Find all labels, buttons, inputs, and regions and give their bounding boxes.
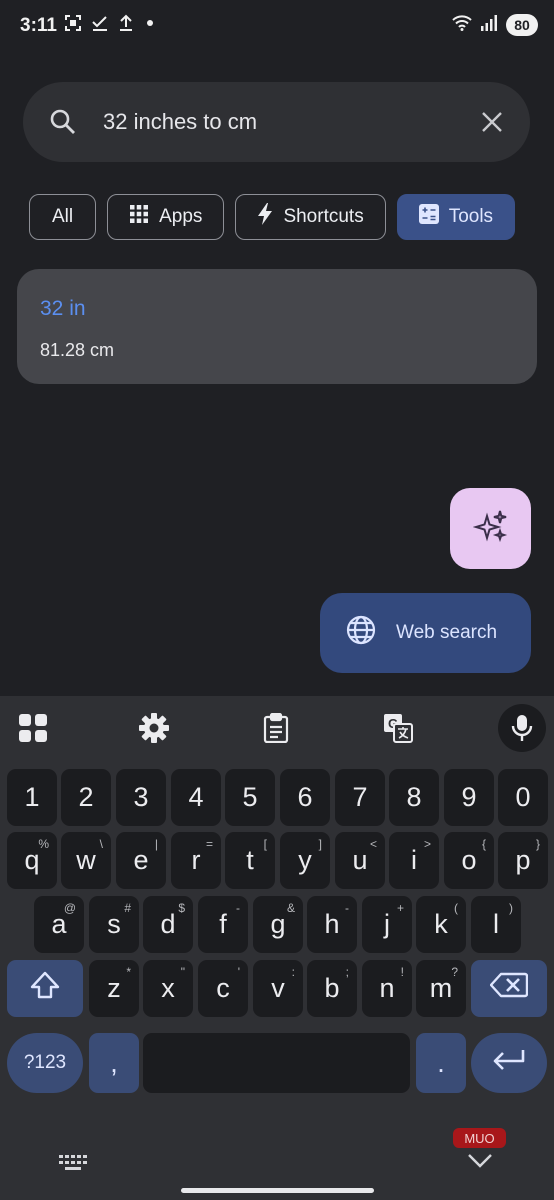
key-t[interactable]: t[ bbox=[225, 832, 275, 889]
status-system-icons: 80 bbox=[452, 14, 538, 36]
globe-icon bbox=[345, 614, 377, 652]
key-f[interactable]: f- bbox=[198, 896, 248, 953]
filter-chip-all[interactable]: All bbox=[29, 194, 97, 240]
enter-key[interactable] bbox=[471, 1033, 547, 1093]
ai-assistant-button[interactable] bbox=[450, 488, 531, 569]
status-bar: 3:11 80 bbox=[0, 0, 554, 52]
home-indicator[interactable] bbox=[181, 1188, 374, 1193]
key-o[interactable]: o{ bbox=[444, 832, 494, 889]
web-search-label: Web search bbox=[396, 622, 498, 643]
key-b[interactable]: b; bbox=[307, 960, 357, 1017]
key-g[interactable]: g & bbox=[253, 896, 303, 953]
conversion-output: 81.28 cm bbox=[40, 340, 115, 360]
key-v[interactable]: v: bbox=[253, 960, 303, 1017]
key-j[interactable]: j + bbox=[362, 896, 412, 953]
settings-icon[interactable] bbox=[136, 710, 172, 746]
key-x[interactable]: x " bbox=[143, 960, 193, 1017]
key-m[interactable]: m? bbox=[416, 960, 466, 1017]
key-e[interactable]: e | bbox=[116, 832, 166, 889]
chip-label: All bbox=[52, 206, 74, 227]
calculator-icon bbox=[418, 204, 439, 230]
close-icon[interactable] bbox=[480, 110, 504, 139]
mic-icon[interactable] bbox=[498, 704, 546, 752]
filter-chip-tools[interactable]: Tools bbox=[396, 194, 516, 240]
chip-label: Apps bbox=[159, 206, 203, 227]
wifi-icon bbox=[452, 14, 472, 36]
key-0[interactable]: 0 bbox=[498, 769, 548, 826]
bolt-icon bbox=[257, 203, 273, 231]
chip-label: Shortcuts bbox=[283, 206, 364, 227]
status-notification-icons bbox=[64, 14, 153, 32]
key-w[interactable]: w \ bbox=[61, 832, 111, 889]
symbols-key[interactable]: ?123 bbox=[7, 1033, 83, 1093]
backspace-key[interactable] bbox=[471, 960, 547, 1017]
key-d[interactable]: d $ bbox=[143, 896, 193, 953]
key-n[interactable]: n! bbox=[362, 960, 412, 1017]
key-9[interactable]: 9 bbox=[444, 769, 494, 826]
key-q[interactable]: q% bbox=[7, 832, 57, 889]
filter-chip-apps[interactable]: Apps bbox=[107, 194, 225, 240]
space-key[interactable] bbox=[143, 1033, 410, 1093]
shift-icon bbox=[30, 971, 60, 1006]
hide-keyboard-icon[interactable] bbox=[466, 1152, 494, 1175]
sparkle-icon bbox=[471, 508, 509, 549]
keyboard-toolbar: G bbox=[0, 696, 554, 760]
enter-icon bbox=[492, 1048, 526, 1079]
battery-icon: 80 bbox=[506, 14, 538, 36]
clipboard-icon[interactable] bbox=[258, 710, 294, 746]
key-c[interactable]: c ' bbox=[198, 960, 248, 1017]
key-2[interactable]: 2 bbox=[61, 769, 111, 826]
conversion-input: 32 in bbox=[40, 297, 86, 320]
keyboard-switch-icon[interactable] bbox=[58, 1154, 88, 1177]
key-l[interactable]: l) bbox=[471, 896, 521, 953]
key-h[interactable]: h- bbox=[307, 896, 357, 953]
key-8[interactable]: 8 bbox=[389, 769, 439, 826]
key-3[interactable]: 3 bbox=[116, 769, 166, 826]
search-input[interactable] bbox=[103, 109, 463, 135]
search-bar[interactable] bbox=[23, 82, 530, 162]
dot-icon bbox=[147, 20, 153, 26]
key-a[interactable]: a @ bbox=[34, 896, 84, 953]
key-i[interactable]: i > bbox=[389, 832, 439, 889]
upload-icon bbox=[118, 14, 134, 32]
web-search-button[interactable]: Web search bbox=[320, 593, 531, 673]
key-5[interactable]: 5 bbox=[225, 769, 275, 826]
filter-chips: All Apps Shortcuts Tools bbox=[29, 194, 516, 240]
comma-key[interactable]: , bbox=[89, 1033, 139, 1093]
key-k[interactable]: k( bbox=[416, 896, 466, 953]
navigation-area bbox=[0, 1108, 554, 1200]
key-7[interactable]: 7 bbox=[335, 769, 385, 826]
key-u[interactable]: u < bbox=[335, 832, 385, 889]
grid-icon bbox=[129, 204, 149, 230]
backspace-icon bbox=[489, 972, 529, 1005]
key-r[interactable]: r = bbox=[171, 832, 221, 889]
key-y[interactable]: y] bbox=[280, 832, 330, 889]
status-time: 3:11 bbox=[20, 15, 57, 36]
shift-key[interactable] bbox=[7, 960, 83, 1017]
key-1[interactable]: 1 bbox=[7, 769, 57, 826]
watermark-logo: MUO bbox=[453, 1128, 506, 1148]
key-4[interactable]: 4 bbox=[171, 769, 221, 826]
apps-grid-icon[interactable] bbox=[15, 710, 51, 746]
period-key[interactable]: . bbox=[416, 1033, 466, 1093]
conversion-result-card[interactable]: 32 in 81.28 cm bbox=[17, 269, 537, 384]
key-p[interactable]: p} bbox=[498, 832, 548, 889]
key-z[interactable]: z * bbox=[89, 960, 139, 1017]
key-6[interactable]: 6 bbox=[280, 769, 330, 826]
screenshot-icon bbox=[64, 14, 82, 32]
signal-icon bbox=[480, 14, 498, 36]
key-s[interactable]: s # bbox=[89, 896, 139, 953]
check-icon bbox=[91, 14, 109, 32]
chip-label: Tools bbox=[448, 206, 494, 227]
search-icon bbox=[49, 108, 77, 141]
translate-icon[interactable]: G bbox=[380, 710, 416, 746]
filter-chip-shortcuts[interactable]: Shortcuts bbox=[235, 194, 386, 240]
